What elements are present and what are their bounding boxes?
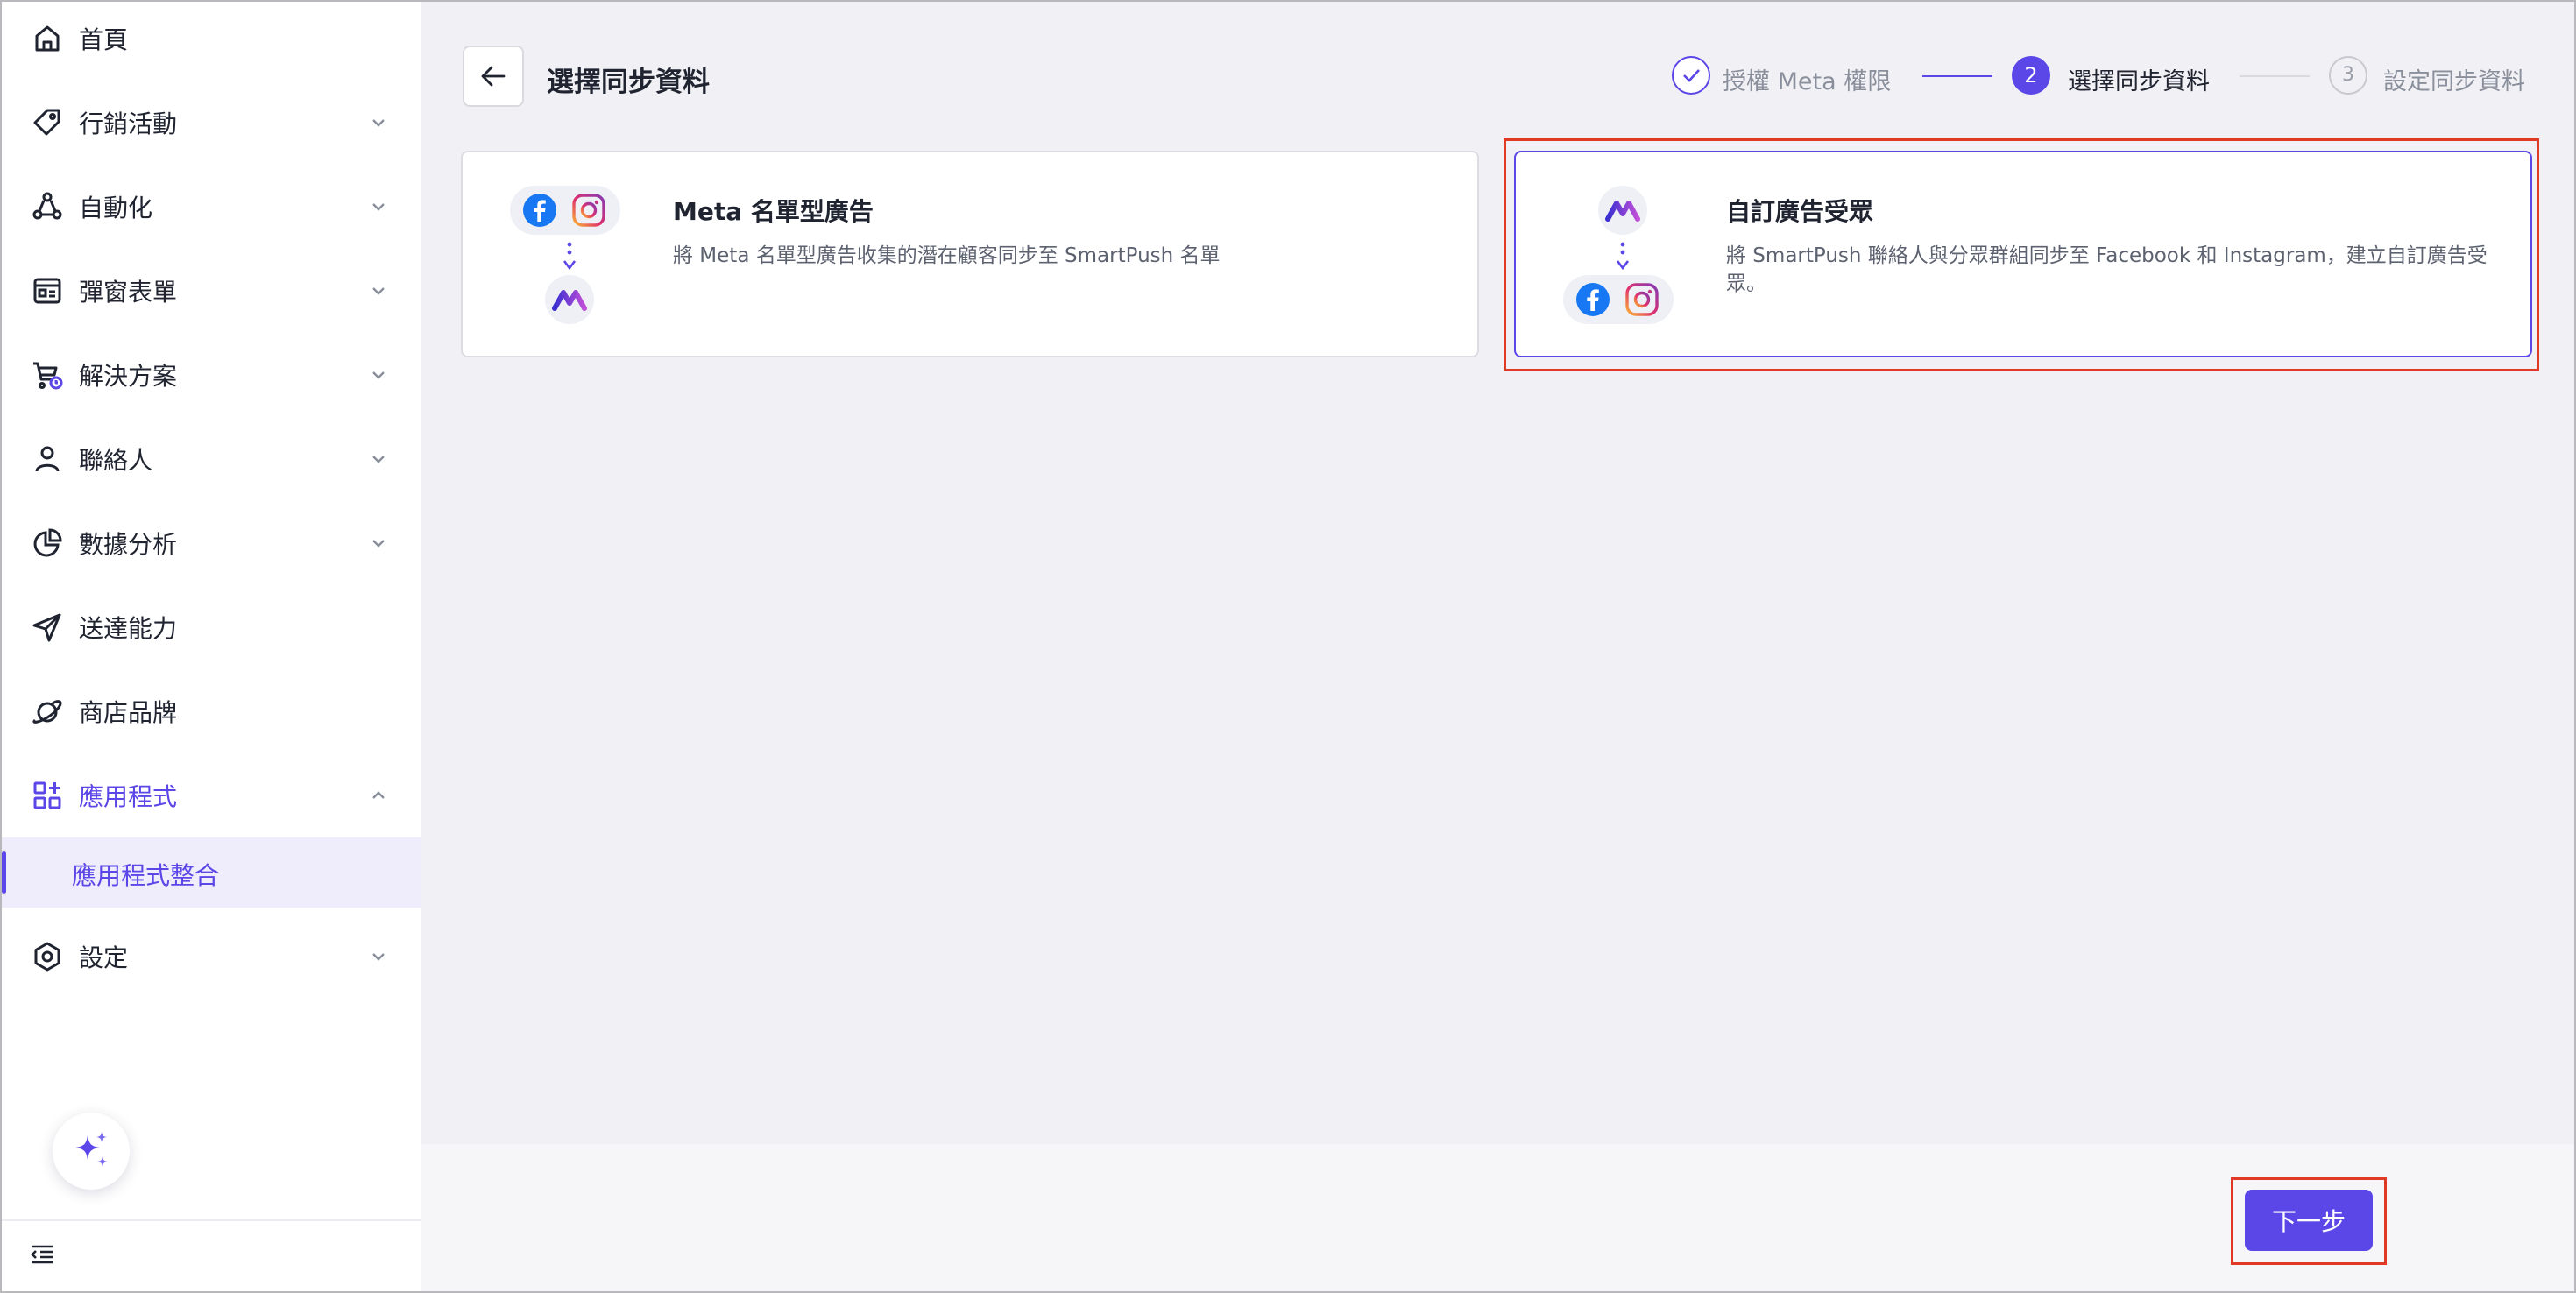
smartpush-logo-icon (552, 290, 587, 311)
automation-icon (30, 189, 65, 224)
sidebar-item-analytics[interactable]: 數據分析 (2, 501, 421, 585)
sidebar-item-label: 解決方案 (79, 362, 178, 391)
sidebar-item-automation[interactable]: 自動化 (2, 165, 421, 249)
card-description: 將 Meta 名單型廣告收集的潛在顧客同步至 SmartPush 名單 (673, 244, 1221, 267)
sidebar-item-solutions[interactable]: 解決方案 (2, 333, 421, 417)
step-1-done-indicator (1672, 56, 1710, 95)
sidebar-item-forms[interactable]: 彈窗表單 (2, 249, 421, 333)
chevron-down-icon (368, 196, 389, 217)
sidebar-item-label: 彈窗表單 (79, 278, 178, 307)
check-icon (1683, 69, 1700, 82)
step-connector (1922, 75, 1992, 77)
step-2-number: 2 (2012, 56, 2050, 95)
sidebar-divider (2, 1219, 421, 1221)
sparkle-icon (75, 1132, 108, 1167)
card-title: 自訂廣告受眾 (1726, 197, 1874, 226)
planet-icon (30, 694, 65, 729)
card-title: Meta 名單型廣告 (673, 197, 874, 226)
form-icon (30, 273, 65, 308)
send-icon (30, 610, 65, 645)
arrow-left-icon (481, 66, 506, 87)
facebook-icon (523, 194, 556, 227)
chevron-down-icon (368, 946, 389, 967)
sidebar-item-label: 數據分析 (79, 530, 178, 559)
active-indicator (2, 851, 6, 894)
sidebar-subitem-app-integrations[interactable]: 應用程式整合 (2, 837, 421, 908)
sidebar-item-label: 行銷活動 (79, 110, 178, 138)
card-custom-audience[interactable]: 自訂廣告受眾 將 SmartPush 聯絡人與分眾群組同步至 Facebook … (1514, 151, 2532, 357)
instagram-icon (1625, 283, 1659, 316)
step-3-number: 3 (2329, 56, 2367, 95)
step-1-label: 授權 Meta 權限 (1723, 68, 1892, 95)
chevron-down-icon (368, 112, 389, 133)
facebook-icon (1576, 283, 1610, 316)
step-3-label: 設定同步資料 (2383, 68, 2525, 95)
instagram-icon (572, 194, 605, 227)
sidebar-item-settings[interactable]: 設定 (2, 915, 421, 999)
next-step-button[interactable]: 下一步 (2245, 1190, 2373, 1251)
main-content: 選擇同步資料 授權 Meta 權限 2 選擇同步資料 3 設定同步資料 Meta… (421, 2, 2574, 1144)
home-icon (30, 21, 65, 56)
chevron-up-icon (368, 785, 389, 806)
sidebar-item-label: 自動化 (79, 194, 153, 223)
sync-direction-graphic (508, 186, 631, 326)
chevron-down-icon (368, 449, 389, 470)
chevron-down-icon (368, 280, 389, 301)
page-title: 選擇同步資料 (547, 67, 710, 98)
collapse-menu-icon (31, 1245, 53, 1264)
apps-icon (30, 778, 65, 813)
tag-icon (30, 105, 65, 140)
sync-direction-graphic (1561, 186, 1684, 326)
sidebar-item-brand[interactable]: 商店品牌 (2, 669, 421, 753)
sync-arrow-down-icon (1616, 242, 1630, 271)
chevron-down-icon (368, 533, 389, 554)
smartpush-logo-icon (1605, 201, 1640, 222)
sidebar-item-marketing[interactable]: 行銷活動 (2, 81, 421, 165)
cart-icon (30, 357, 65, 392)
user-icon (30, 442, 65, 477)
step-2-label: 選擇同步資料 (2068, 68, 2210, 95)
chart-icon (30, 526, 65, 561)
sidebar-item-apps[interactable]: 應用程式 (2, 753, 421, 837)
card-description: 將 SmartPush 聯絡人與分眾群組同步至 Facebook 和 Insta… (1726, 244, 2488, 295)
sidebar-subitem-label: 應用程式整合 (72, 861, 220, 890)
sidebar-item-label: 應用程式 (79, 782, 178, 811)
sidebar-item-label: 首頁 (79, 25, 129, 54)
sidebar-item-label: 設定 (79, 943, 129, 972)
ai-assistant-button[interactable] (53, 1113, 130, 1190)
sidebar: 首頁 行銷活動 自動化 彈窗表單 解決方案 聯絡人 數據分析 送達能力 商店品牌… (2, 2, 421, 1291)
sidebar-item-label: 商店品牌 (79, 698, 178, 727)
sidebar-item-deliverability[interactable]: 送達能力 (2, 585, 421, 669)
sidebar-item-contacts[interactable]: 聯絡人 (2, 417, 421, 501)
card-meta-lead-ads[interactable]: Meta 名單型廣告 將 Meta 名單型廣告收集的潛在顧客同步至 SmartP… (461, 151, 1479, 357)
chevron-down-icon (368, 364, 389, 385)
sidebar-collapse-button[interactable] (28, 1240, 56, 1268)
back-button[interactable] (463, 46, 524, 107)
sidebar-item-label: 聯絡人 (79, 446, 153, 475)
step-connector (2240, 75, 2310, 77)
sync-arrow-down-icon (563, 242, 577, 271)
sidebar-item-home[interactable]: 首頁 (2, 0, 421, 81)
sidebar-item-label: 送達能力 (79, 614, 178, 643)
settings-icon (30, 939, 65, 974)
